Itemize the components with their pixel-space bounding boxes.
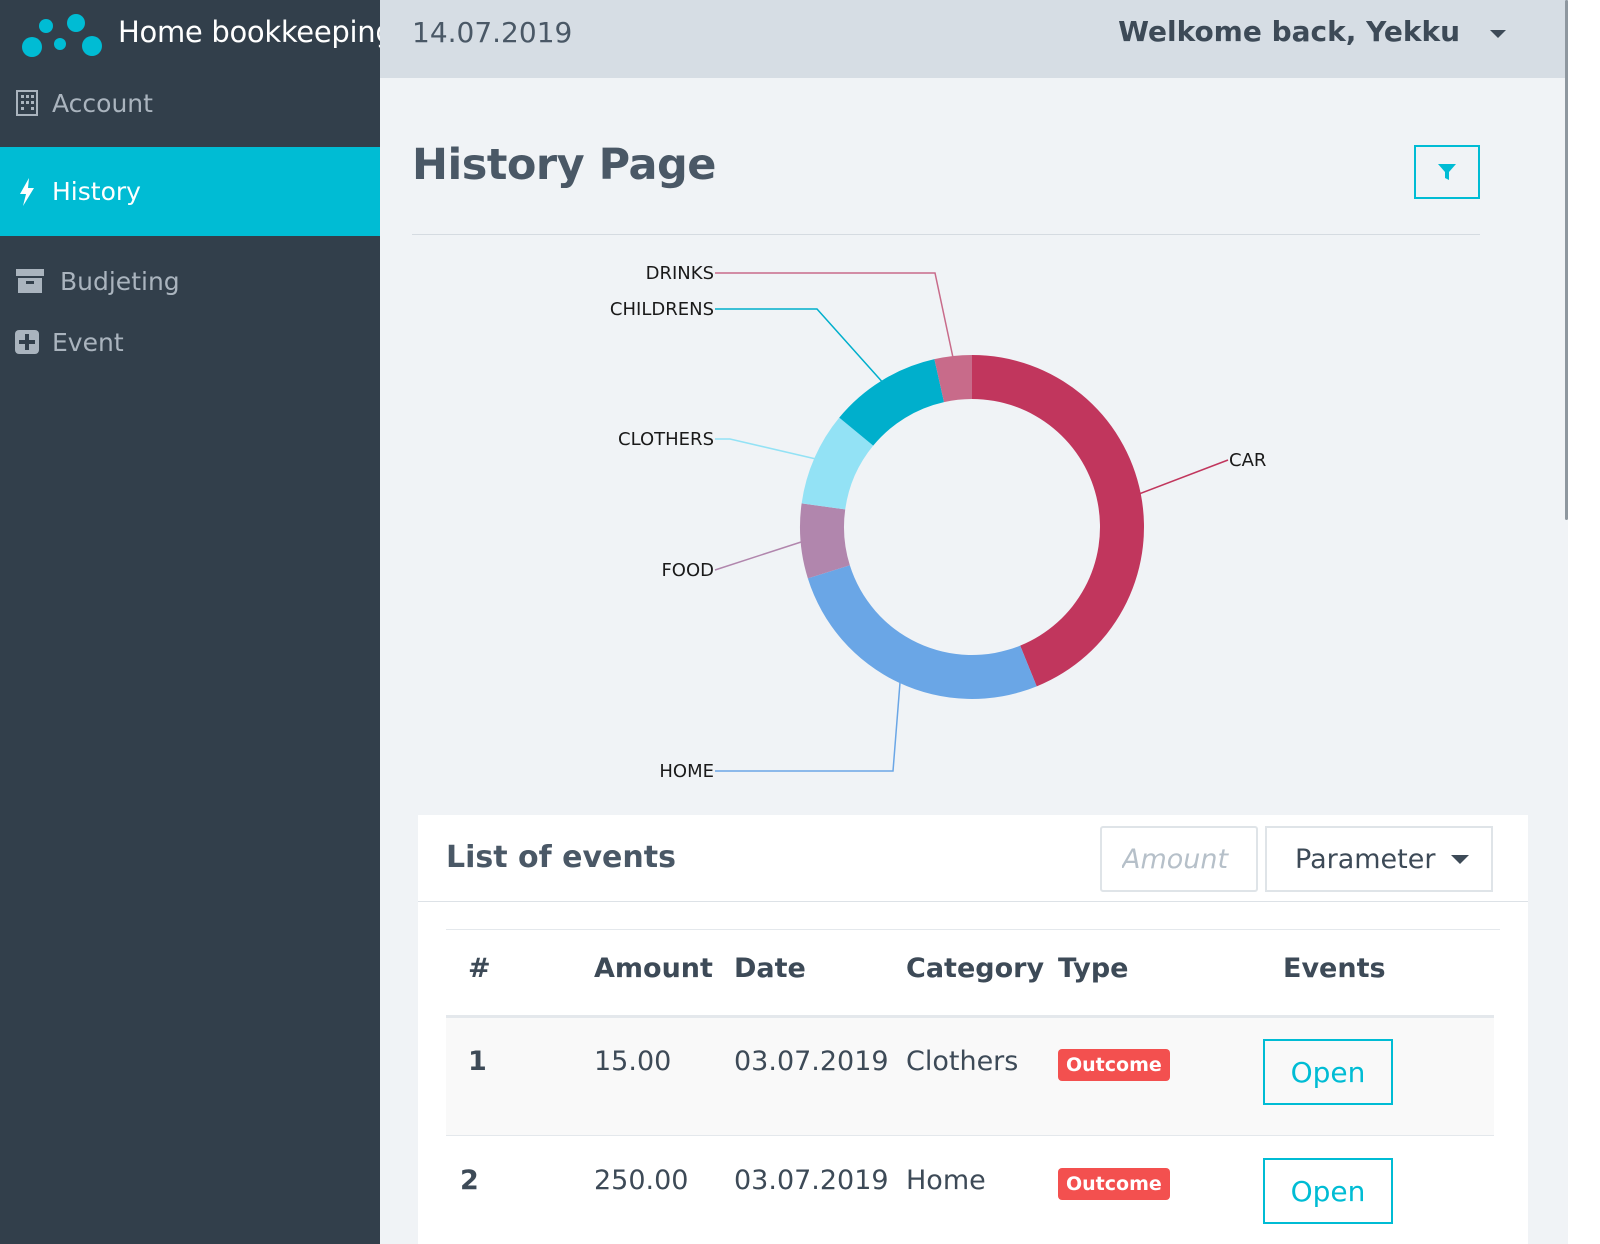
panel-title: List of events [446,840,676,875]
outcome-badge: Outcome [1058,1049,1170,1081]
leader-line-home [715,678,902,772]
sidebar-item-event[interactable]: Event [0,317,380,367]
filter-button[interactable] [1414,145,1480,199]
scrollbar-thumb[interactable] [1565,0,1568,520]
sidebar-item-budjeting[interactable]: Budjeting [0,256,380,306]
slice-label-home: HOME [659,761,714,782]
leader-line-food [714,540,805,571]
sidebar-item-account[interactable]: Account [0,78,380,128]
scrollbar-track[interactable] [1568,0,1600,1244]
caret-down-icon [1451,854,1470,864]
column-header-category[interactable]: Category [906,953,1044,984]
archive-icon [16,268,44,294]
row-amount: 250.00 [594,1165,689,1196]
parameter-dropdown[interactable]: Parameter [1265,826,1493,892]
outcome-badge: Outcome [1058,1168,1170,1200]
sidebar-item-history[interactable]: History [0,147,380,236]
topbar: 14.07.2019 Welkome back, Yekku [380,0,1568,78]
bolt-icon [14,177,40,206]
column-header-amount[interactable]: Amount [594,953,713,984]
open-button[interactable]: Open [1263,1158,1393,1224]
plus-square-icon [14,329,40,355]
slice-label-childrens: CHILDRENS [610,299,714,320]
sidebar-item-label: Budjeting [60,266,180,296]
app-title: Home bookkeeping [118,15,394,49]
filter-icon [1438,164,1456,180]
amount-input[interactable] [1100,826,1258,892]
row-category: Home [906,1165,986,1196]
slice-label-clothers: CLOTHERS [618,429,714,450]
slice-label-car: CAR [1229,450,1266,471]
leader-line-car [1136,459,1229,496]
table-rule [446,929,1500,930]
column-header-events[interactable]: Events [1283,953,1386,984]
column-header-date[interactable]: Date [734,953,806,984]
brand[interactable]: Home bookkeeping [0,0,394,70]
donut-slice-car[interactable] [972,355,1144,687]
row-date: 03.07.2019 [734,1046,889,1077]
row-number: 2 [460,1165,479,1196]
user-greeting[interactable]: Welkome back, Yekku [1118,15,1460,48]
open-button[interactable]: Open [1263,1039,1393,1105]
sidebar: Home bookkeeping Account History Budjeti… [0,0,394,1244]
leader-line-childrens [715,308,885,385]
current-date: 14.07.2019 [412,16,573,49]
parameter-label: Parameter [1295,843,1436,875]
building-icon [14,90,40,116]
table-row: 1 15.00 03.07.2019 Clothers Outcome Open [446,1018,1494,1136]
panel-header: List of events Parameter [418,815,1528,902]
donut-slice-food[interactable] [800,503,850,579]
row-amount: 15.00 [594,1046,672,1077]
row-number: 1 [468,1046,487,1077]
donut-slice-home[interactable] [807,565,1037,699]
slice-label-food: FOOD [661,560,714,581]
sidebar-item-label: Event [52,327,124,357]
row-date: 03.07.2019 [734,1165,889,1196]
page-title: History Page [412,140,716,190]
column-header-type[interactable]: Type [1058,953,1128,984]
divider [412,234,1480,235]
events-panel: List of events Parameter # Amount Date C… [418,815,1528,1244]
leader-line-drinks [715,272,955,361]
column-header-number[interactable]: # [468,953,491,984]
leader-line-clothers [715,438,819,461]
sidebar-item-label: Account [52,88,153,118]
table-row: 2 250.00 03.07.2019 Home Outcome Open [446,1137,1494,1244]
logo-icon [22,14,102,57]
chevron-down-icon[interactable] [1490,30,1506,38]
slice-label-drinks: DRINKS [646,263,714,284]
row-category: Clothers [906,1046,1019,1077]
sidebar-item-label: History [52,177,141,206]
donut-chart: CAR HOME FOOD CLOTHERS CHILDRENS DRINKS [610,263,1266,782]
